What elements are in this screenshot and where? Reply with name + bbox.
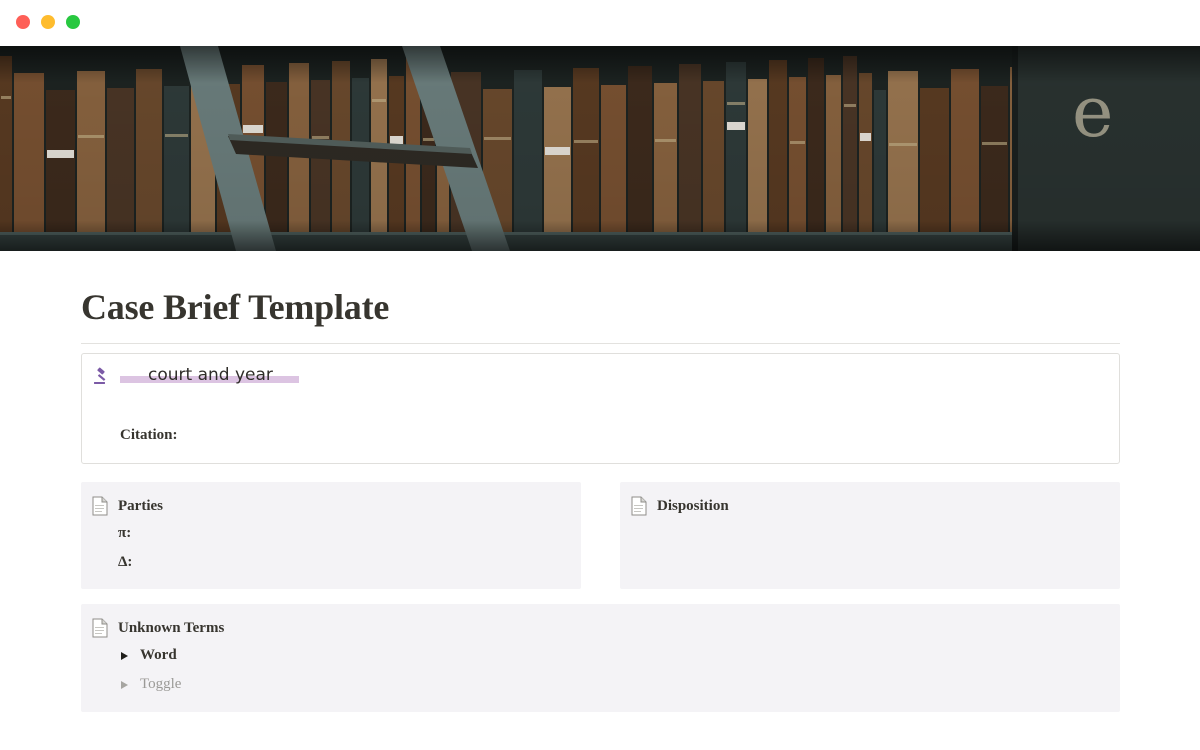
title-divider xyxy=(81,343,1120,344)
toggle-item-word[interactable]: Word xyxy=(121,647,177,664)
window-maximize-button[interactable] xyxy=(66,15,80,29)
document-icon[interactable] xyxy=(91,496,109,516)
document-icon[interactable] xyxy=(91,618,109,638)
unknown-terms-panel[interactable]: Unknown Terms Word Toggle xyxy=(81,604,1120,712)
window-close-button[interactable] xyxy=(16,15,30,29)
plaintiff-label[interactable]: π: xyxy=(118,525,131,542)
page-cover-image[interactable]: e xyxy=(0,46,1200,251)
parties-panel[interactable]: Parties π: Δ: xyxy=(81,482,581,589)
court-callout[interactable]: court and year Citation: xyxy=(81,353,1120,464)
triangle-right-icon[interactable] xyxy=(121,651,128,660)
citation-label[interactable]: Citation: xyxy=(120,427,178,444)
page-title[interactable]: Case Brief Template xyxy=(81,286,389,328)
toggle-label[interactable]: Toggle xyxy=(140,676,181,693)
unknown-terms-heading: Unknown Terms xyxy=(118,620,225,636)
gavel-icon[interactable] xyxy=(92,366,112,386)
defendant-label[interactable]: Δ: xyxy=(118,554,132,571)
window-minimize-button[interactable] xyxy=(41,15,55,29)
toggle-item-placeholder[interactable]: Toggle xyxy=(121,676,181,693)
document-icon[interactable] xyxy=(630,496,648,516)
window-titlebar xyxy=(0,0,1200,46)
parties-heading: Parties xyxy=(118,498,163,514)
triangle-right-icon[interactable] xyxy=(121,680,128,689)
toggle-label[interactable]: Word xyxy=(140,647,177,664)
disposition-heading: Disposition xyxy=(657,498,729,514)
bookshelf-illustration: e xyxy=(0,46,1200,251)
court-and-year-text[interactable]: court and year xyxy=(148,365,273,385)
disposition-panel[interactable]: Disposition xyxy=(620,482,1120,589)
